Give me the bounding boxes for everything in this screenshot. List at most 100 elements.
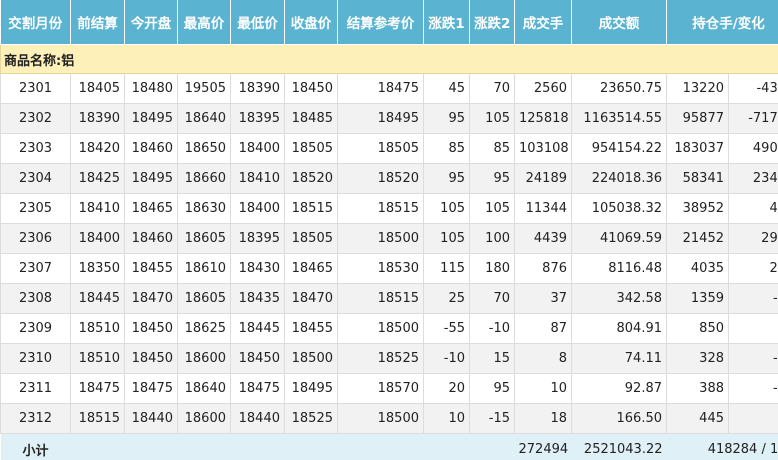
table-cell: 18475	[70, 373, 125, 404]
table-cell: 18515	[284, 193, 338, 224]
table-cell: 103108	[514, 133, 572, 164]
table-cell: 95	[423, 103, 470, 134]
table-cell: 8	[514, 343, 572, 374]
subtotal-row: 小计 272494 2521043.22 418284 / 12	[0, 433, 778, 460]
table-cell: 18495	[124, 103, 178, 134]
table-cell: 11344	[514, 193, 572, 224]
table-cell: 18600	[177, 403, 231, 434]
column-header-2[interactable]: 今开盘	[124, 0, 178, 45]
table-cell: 2303	[0, 133, 71, 164]
table-cell: 2301	[0, 73, 71, 104]
table-cell: 18660	[177, 163, 231, 194]
table-cell: 18505	[284, 223, 338, 254]
table-cell: 18500	[337, 313, 424, 344]
table-cell: 4439	[514, 223, 572, 254]
table-cell: 876	[514, 253, 572, 284]
column-header-9[interactable]: 成交手	[514, 0, 572, 45]
table-cell: 224018.36	[571, 163, 667, 194]
table-cell: 18445	[230, 313, 285, 344]
table-cell: 18435	[230, 283, 285, 314]
table-cell: 38952	[666, 193, 729, 224]
table-cell: -15	[469, 403, 515, 434]
table-cell: 2346	[728, 163, 778, 194]
column-header-3[interactable]: 最高价	[177, 0, 231, 45]
table-row: 2304 18425 18495 18660 18410 18520 18520 95 95 24…	[0, 163, 778, 194]
table-cell: 18395	[230, 223, 285, 254]
table-cell: 3	[728, 403, 778, 434]
table-cell: 92.87	[571, 373, 667, 404]
table-cell: 15	[469, 343, 515, 374]
column-header-11[interactable]: 持仓手/变化	[666, 0, 778, 45]
table-cell: 18430	[230, 253, 285, 284]
table-cell: 25	[423, 283, 470, 314]
table-cell: 18400	[230, 133, 285, 164]
table-cell: 18390	[230, 73, 285, 104]
table-cell: 18515	[70, 403, 125, 434]
table-cell: -1	[728, 343, 778, 374]
table-cell: 804.91	[571, 313, 667, 344]
table-cell: 44	[728, 193, 778, 224]
column-header-10[interactable]: 成交额	[571, 0, 667, 45]
table-cell: 105038.32	[571, 193, 667, 224]
table-cell: 1359	[666, 283, 729, 314]
table-cell: 18465	[124, 193, 178, 224]
table-cell: -10	[423, 343, 470, 374]
table-cell: 18570	[337, 373, 424, 404]
table-cell: 85	[423, 133, 470, 164]
table-cell: 18530	[337, 253, 424, 284]
commodity-section-row: 商品名称:铝	[0, 44, 778, 74]
column-header-7[interactable]: 涨跌1	[423, 0, 470, 45]
table-cell: 18605	[177, 223, 231, 254]
table-body: 商品名称:铝 2301 18405 18480 19505 18390 18450 1847…	[0, 44, 778, 434]
table-cell: 18450	[284, 73, 338, 104]
table-cell: 2304	[0, 163, 71, 194]
table-cell: 18495	[124, 163, 178, 194]
table-cell: 342.58	[571, 283, 667, 314]
table-cell: 1163514.55	[571, 103, 667, 134]
table-cell: 388	[666, 373, 729, 404]
table-cell: -55	[423, 313, 470, 344]
page: 交割月份 前结算 今开盘 最高价 最低价 收盘价 结算参考价 涨跌1 涨跌2 成交手 成交额 持仓手/…	[0, 0, 778, 460]
table-cell: 18625	[177, 313, 231, 344]
table-cell: 7	[728, 313, 778, 344]
column-header-5[interactable]: 收盘价	[284, 0, 338, 45]
table-cell: 183037	[666, 133, 729, 164]
table-cell: 13220	[666, 73, 729, 104]
table-cell: 295	[728, 223, 778, 254]
subtotal-volume: 272494	[514, 433, 572, 460]
table-cell: 850	[666, 313, 729, 344]
table-cell: 10	[514, 373, 572, 404]
table-cell: 19505	[177, 73, 231, 104]
table-cell: 180	[469, 253, 515, 284]
table-cell: 18400	[70, 223, 125, 254]
column-header-1[interactable]: 前结算	[70, 0, 125, 45]
table-cell: 105	[423, 193, 470, 224]
table-cell: 2308	[0, 283, 71, 314]
table-cell: 95877	[666, 103, 729, 134]
table-row: 2301 18405 18480 19505 18390 18450 18475 45 70 25…	[0, 73, 778, 104]
table-cell: 18475	[230, 373, 285, 404]
subtotal-label: 小计	[0, 433, 71, 460]
table-cell: -7	[728, 373, 778, 404]
table-cell: 18450	[230, 343, 285, 374]
column-header-0[interactable]: 交割月份	[0, 0, 71, 45]
table-cell: 2309	[0, 313, 71, 344]
table-cell: 18510	[70, 313, 125, 344]
table-cell: 18495	[337, 103, 424, 134]
table-cell: 18465	[284, 253, 338, 284]
table-cell: 85	[469, 133, 515, 164]
table-row: 2312 18515 18440 18600 18440 18525 18500 10 -15 1…	[0, 403, 778, 434]
column-header-4[interactable]: 最低价	[230, 0, 285, 45]
column-header-6[interactable]: 结算参考价	[337, 0, 424, 45]
table-cell: 70	[469, 73, 515, 104]
table-cell: 18650	[177, 133, 231, 164]
table-row: 2305 18410 18465 18630 18400 18515 18515 105 105…	[0, 193, 778, 224]
table-row: 2310 18510 18450 18600 18450 18500 18525 -10 15 8…	[0, 343, 778, 374]
table-cell: 18515	[337, 283, 424, 314]
table-cell: 18640	[177, 103, 231, 134]
column-header-8[interactable]: 涨跌2	[469, 0, 515, 45]
table-cell: 18475	[337, 73, 424, 104]
table-cell: 23650.75	[571, 73, 667, 104]
table-cell: 18480	[124, 73, 178, 104]
table-cell: 18440	[230, 403, 285, 434]
